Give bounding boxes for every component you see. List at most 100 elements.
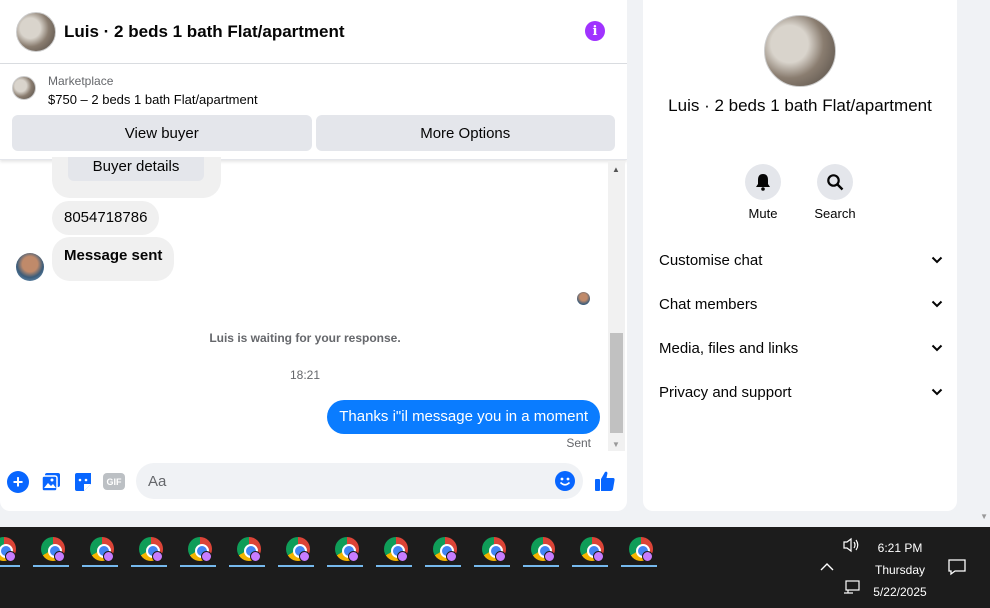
buyer-details-button[interactable]: Buyer details [68, 157, 204, 181]
message-scrollbar[interactable]: ▲ ▼ [608, 161, 625, 451]
running-indicator [572, 565, 608, 567]
running-indicator [180, 565, 216, 567]
listing-avatar[interactable] [16, 11, 56, 52]
taskbar-chrome-app[interactable] [229, 535, 265, 567]
running-indicator [327, 565, 363, 567]
incoming-message-sent: Message sent [52, 237, 175, 281]
clock-day: Thursday [874, 563, 926, 577]
profile-badge-icon [54, 551, 65, 562]
running-indicator [474, 565, 510, 567]
chat-panel: Luis · 2 beds 1 bath Flat/apartment i Ma… [0, 0, 627, 511]
clock-date: 5/22/2025 [873, 585, 927, 599]
search-button[interactable]: Search [805, 164, 865, 221]
conversation-title: Luis · 2 beds 1 bath Flat/apartment [668, 96, 932, 115]
profile-badge-icon [593, 551, 604, 562]
section-customise-chat[interactable]: Customise chat [659, 238, 943, 282]
section-label: Customise chat [659, 251, 763, 269]
system-clock[interactable]: 6:21 PM Thursday 5/22/2025 [860, 537, 940, 603]
profile-badge-icon [642, 551, 653, 562]
photo-icon[interactable] [40, 471, 62, 493]
running-indicator [0, 565, 20, 567]
taskbar-chrome-app[interactable] [572, 535, 608, 567]
incoming-message-phone: 8054718786 [52, 201, 160, 235]
chevron-down-icon [931, 300, 943, 308]
info-icon[interactable]: i [585, 21, 605, 41]
view-buyer-button[interactable]: View buyer [12, 115, 312, 151]
more-options-button[interactable]: More Options [315, 115, 615, 151]
scroll-up-arrow-icon[interactable]: ▲ [612, 165, 620, 174]
chevron-down-icon [931, 344, 943, 352]
running-indicator [229, 565, 265, 567]
profile-badge-icon [5, 551, 16, 562]
buyer-details-card: Buyer details [52, 157, 221, 198]
taskbar-chrome-app[interactable] [376, 535, 412, 567]
taskbar-chrome-app[interactable] [33, 535, 69, 567]
taskbar-chrome-app[interactable] [523, 535, 559, 567]
profile-badge-icon [103, 551, 114, 562]
taskbar-chrome-app[interactable] [278, 535, 314, 567]
notification-center-icon[interactable] [948, 558, 966, 579]
profile-badge-icon [250, 551, 261, 562]
listing-price-title[interactable]: $750 – 2 beds 1 bath Flat/apartment [48, 92, 258, 107]
profile-badge-icon [299, 551, 310, 562]
volume-icon[interactable] [843, 537, 861, 556]
conversation-photo[interactable] [764, 15, 836, 87]
running-indicator [621, 565, 657, 567]
message-input[interactable] [136, 463, 583, 499]
taskbar-chrome-app[interactable] [425, 535, 461, 567]
listing-thumbnail[interactable] [12, 76, 36, 100]
taskbar-chrome-app[interactable] [82, 535, 118, 567]
delivery-status: Sent [566, 436, 591, 450]
section-privacy-support[interactable]: Privacy and support [659, 370, 943, 414]
seen-indicator-avatar [577, 292, 590, 305]
conversation-info-panel: Luis · 2 beds 1 bath Flat/apartment Mute… [643, 0, 957, 511]
chevron-down-icon [931, 256, 943, 264]
clock-time: 6:21 PM [877, 541, 923, 555]
marketplace-label: Marketplace [48, 74, 114, 88]
chat-header: Luis · 2 beds 1 bath Flat/apartment i [0, 0, 627, 64]
section-label: Privacy and support [659, 383, 792, 401]
search-label: Search [814, 206, 856, 221]
bell-icon[interactable] [745, 164, 781, 200]
network-icon[interactable] [843, 580, 861, 597]
listing-banner: Marketplace $750 – 2 beds 1 bath Flat/ap… [0, 64, 627, 160]
show-hidden-icons-chevron-icon[interactable] [820, 559, 834, 575]
running-indicator [131, 565, 167, 567]
profile-badge-icon [348, 551, 359, 562]
section-label: Chat members [659, 295, 758, 313]
section-label: Media, files and links [659, 339, 799, 357]
mute-button[interactable]: Mute [733, 164, 793, 221]
taskbar-chrome-app[interactable] [474, 535, 510, 567]
sticker-icon[interactable] [72, 471, 94, 493]
page-scroll-down-arrow-icon[interactable]: ▼ [980, 512, 988, 521]
sender-avatar[interactable] [16, 253, 44, 281]
chat-title[interactable]: Luis · 2 beds 1 bath Flat/apartment [64, 22, 345, 42]
plus-icon[interactable]: + [7, 471, 29, 493]
running-indicator [425, 565, 461, 567]
mute-label: Mute [748, 206, 778, 221]
running-indicator [523, 565, 559, 567]
taskbar-chrome-app[interactable] [621, 535, 657, 567]
message-thread: Buyer details 8054718786 Message sent Lu… [0, 157, 627, 456]
taskbar-chrome-app[interactable] [327, 535, 363, 567]
thumbs-up-icon[interactable] [594, 470, 616, 497]
running-indicator [376, 565, 412, 567]
emoji-icon[interactable] [555, 471, 575, 491]
message-timestamp: 18:21 [289, 368, 321, 382]
waiting-notice: Luis is waiting for your response. [209, 331, 401, 345]
windows-taskbar: 6:21 PM Thursday 5/22/2025 [0, 527, 990, 608]
taskbar-chrome-app[interactable] [131, 535, 167, 567]
profile-badge-icon [152, 551, 163, 562]
taskbar-chrome-app[interactable] [0, 535, 20, 567]
chevron-down-icon [931, 388, 943, 396]
gif-icon[interactable]: GIF [103, 473, 125, 490]
profile-badge-icon [544, 551, 555, 562]
search-icon[interactable] [817, 164, 853, 200]
running-indicator [278, 565, 314, 567]
scroll-down-arrow-icon[interactable]: ▼ [612, 440, 620, 449]
section-media-files-links[interactable]: Media, files and links [659, 326, 943, 370]
scrollbar-thumb[interactable] [610, 333, 623, 433]
profile-badge-icon [495, 551, 506, 562]
section-chat-members[interactable]: Chat members [659, 282, 943, 326]
taskbar-chrome-app[interactable] [180, 535, 216, 567]
